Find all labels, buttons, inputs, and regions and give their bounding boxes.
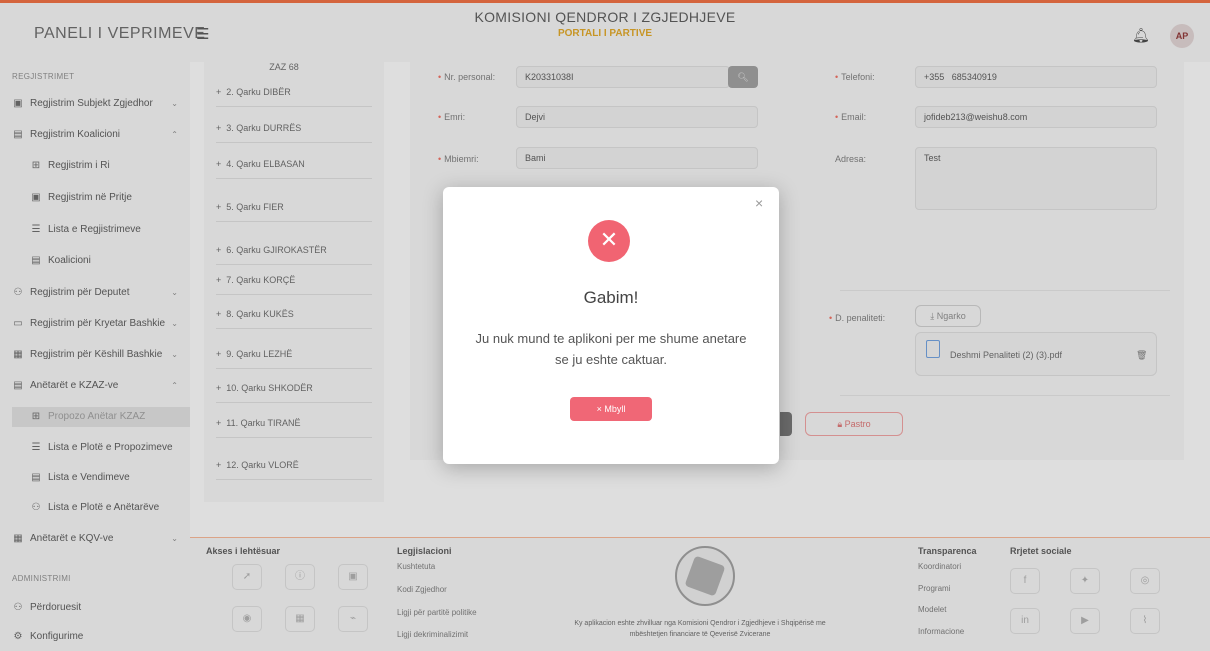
- error-icon: ✕: [588, 220, 630, 262]
- error-dialog: × ✕ Gabim! Ju nuk mund te aplikoni per m…: [443, 187, 779, 464]
- dialog-title: Gabim!: [583, 288, 639, 307]
- close-button-label: Mbyll: [604, 404, 626, 414]
- close-button[interactable]: × Mbyll: [570, 397, 652, 421]
- close-icon[interactable]: ×: [755, 195, 763, 211]
- close-icon: ×: [596, 404, 602, 414]
- dialog-message: Ju nuk mund te aplikoni per me shume ane…: [475, 331, 747, 367]
